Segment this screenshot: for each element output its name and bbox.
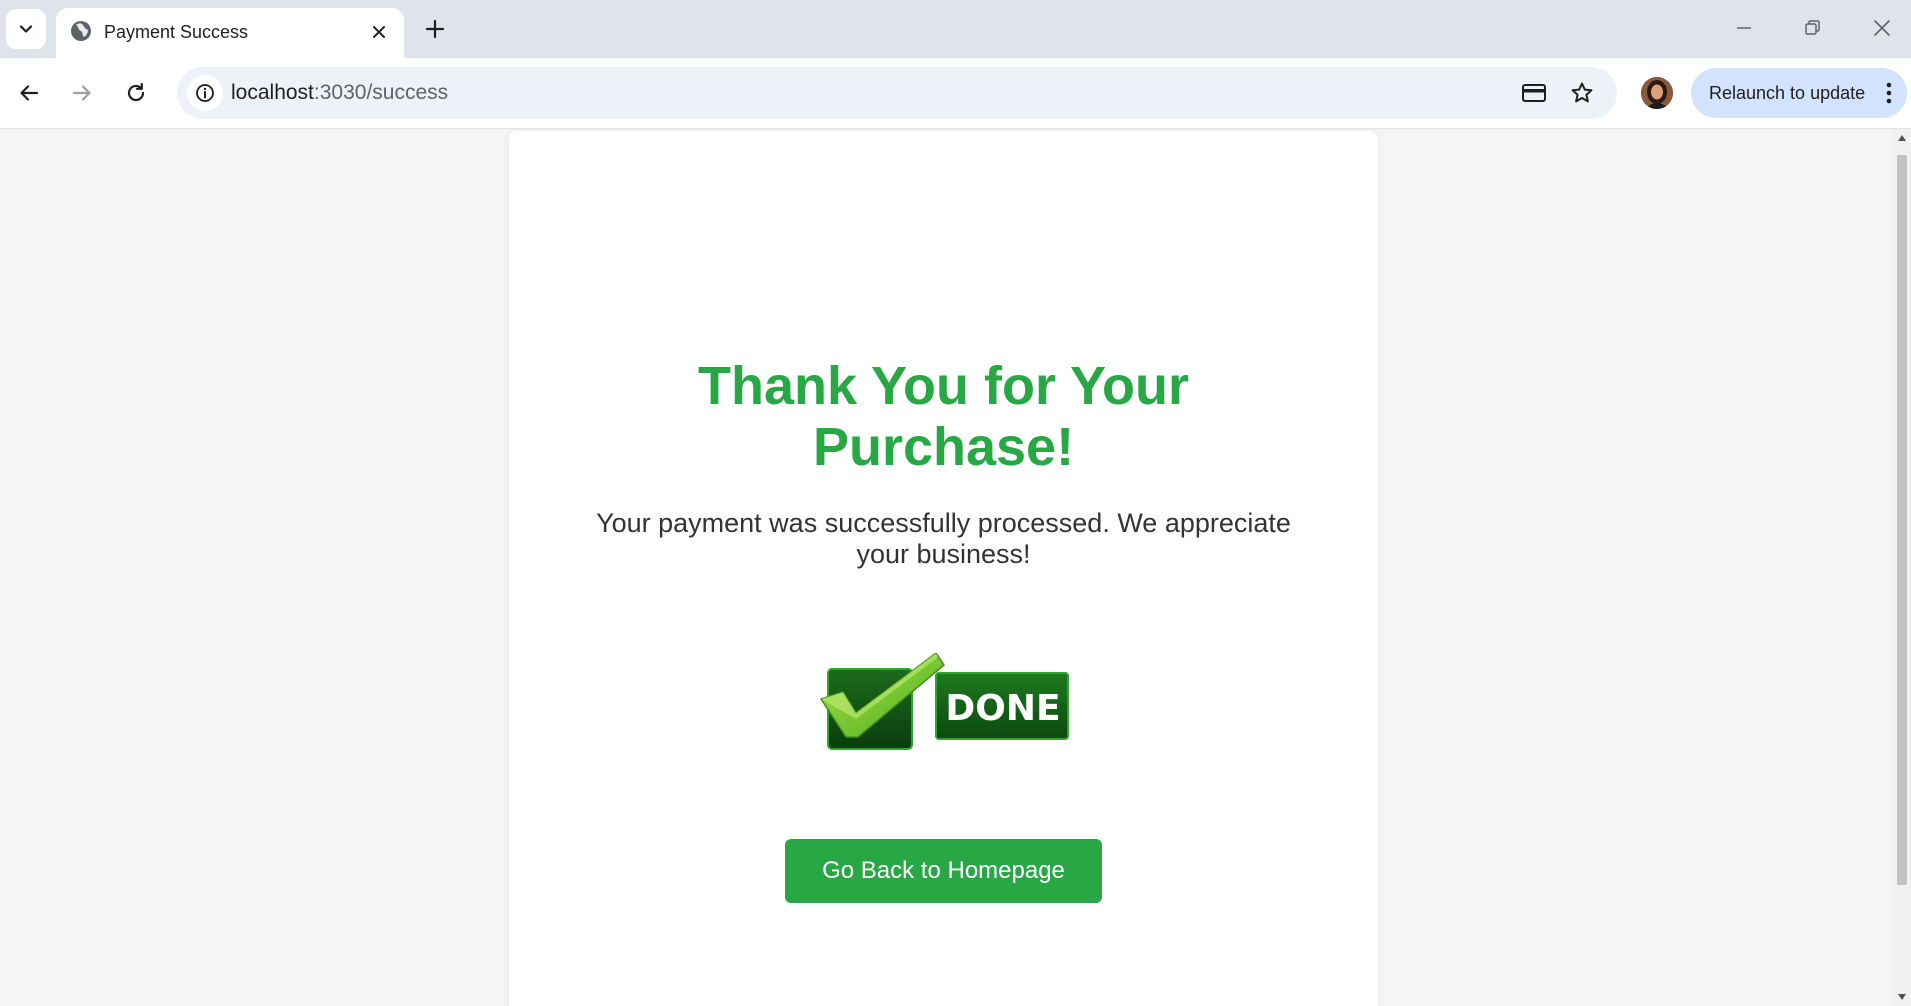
- done-badge-image: DONE: [820, 653, 1069, 750]
- restore-button[interactable]: [1788, 10, 1836, 46]
- minimize-button[interactable]: [1720, 10, 1768, 46]
- minimize-icon: [1737, 27, 1751, 29]
- url-path: :3030/success: [313, 81, 449, 104]
- go-back-home-button[interactable]: Go Back to Homepage: [785, 839, 1102, 903]
- window-close-button[interactable]: [1858, 10, 1906, 46]
- chevron-down-icon: [19, 25, 33, 33]
- scroll-thumb[interactable]: [1897, 155, 1907, 885]
- success-card: Thank You for Your Purchase! Your paymen…: [509, 131, 1378, 1006]
- arrow-right-icon: [72, 85, 91, 101]
- bookmark-button[interactable]: [1566, 77, 1598, 109]
- done-badge-label: DONE: [945, 688, 1060, 729]
- back-button[interactable]: [11, 75, 47, 111]
- star-icon: [1571, 82, 1593, 103]
- tab-payment-success[interactable]: Payment Success: [56, 8, 404, 58]
- browser-menu-button[interactable]: [1881, 81, 1897, 105]
- page-title-line-1: Thank You for Your: [697, 356, 1190, 416]
- credit-card-icon: [1522, 84, 1546, 102]
- relaunch-button[interactable]: Relaunch to update: [1691, 68, 1907, 118]
- close-icon: [1874, 20, 1890, 36]
- globe-icon: [71, 21, 91, 41]
- site-info-button[interactable]: [187, 75, 223, 111]
- browser-toolbar: localhost:3030/success Relaunch to updat…: [0, 58, 1911, 129]
- triangle-down-icon: [1898, 994, 1906, 1000]
- triangle-up-icon: [1898, 135, 1906, 141]
- scroll-down-button[interactable]: [1893, 988, 1911, 1006]
- success-message: Your payment was successfully processed.…: [596, 508, 1291, 569]
- restore-icon: [1805, 20, 1820, 35]
- reload-button[interactable]: [118, 75, 154, 111]
- plus-icon: [425, 19, 445, 39]
- page-title-line-2: Purchase!: [812, 417, 1075, 477]
- new-tab-button[interactable]: [418, 12, 452, 46]
- profile-avatar[interactable]: [1641, 77, 1673, 109]
- info-icon: [196, 84, 214, 102]
- page-title: Thank You for Your Purchase!: [509, 356, 1378, 478]
- close-icon: [373, 26, 385, 38]
- arrow-left-icon: [20, 85, 39, 101]
- relaunch-label: Relaunch to update: [1709, 83, 1866, 103]
- tab-strip: Payment Success: [0, 0, 1911, 58]
- url-text[interactable]: localhost:3030/success: [231, 81, 448, 105]
- url-host: localhost: [231, 81, 314, 104]
- vertical-dots-icon: [1886, 82, 1892, 104]
- reload-icon: [127, 82, 145, 102]
- avatar-icon: [1641, 77, 1673, 109]
- tab-close-button[interactable]: [368, 21, 390, 43]
- address-bar[interactable]: localhost:3030/success: [177, 67, 1617, 119]
- tab-search-button[interactable]: [6, 9, 46, 49]
- scroll-up-button[interactable]: [1893, 129, 1911, 147]
- forward-button[interactable]: [64, 75, 100, 111]
- page-viewport: Thank You for Your Purchase! Your paymen…: [0, 129, 1893, 1006]
- tab-title: Payment Success: [104, 22, 249, 42]
- payment-methods-button[interactable]: [1518, 77, 1550, 109]
- page-scrollbar[interactable]: [1893, 129, 1911, 1006]
